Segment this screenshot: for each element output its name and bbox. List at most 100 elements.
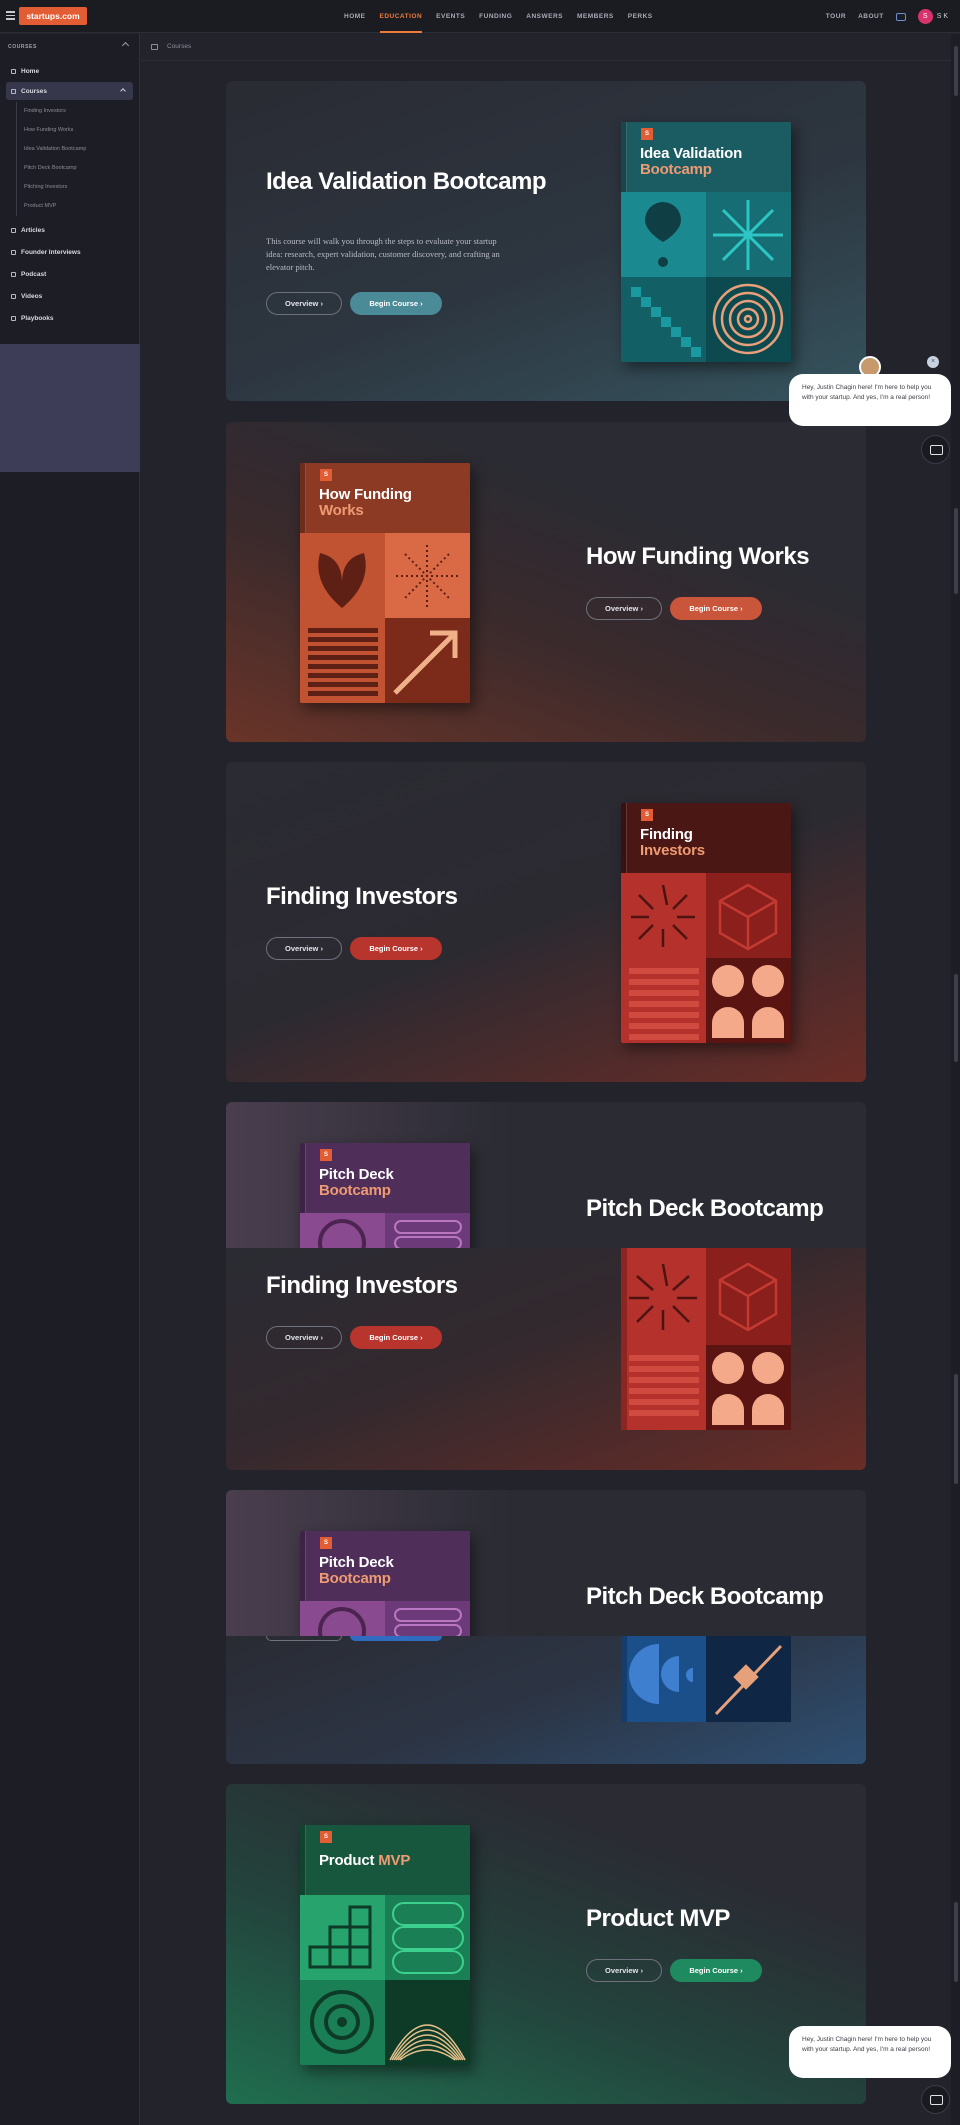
- podcast-icon: [11, 271, 16, 277]
- book-illustration: [300, 1213, 470, 1248]
- sidebar-item-courses[interactable]: Courses: [6, 82, 133, 100]
- collapse-chevron-icon[interactable]: [121, 41, 130, 50]
- avatar[interactable]: S: [917, 9, 933, 24]
- user-initials[interactable]: S K: [937, 13, 948, 20]
- course-card-finding-investors: Finding Investors Overview Begin Course …: [226, 762, 866, 1082]
- right-nav: TOUR ABOUT S S K: [826, 0, 960, 33]
- course-title: Pitch Deck Bootcamp: [586, 1583, 824, 1610]
- overview-button[interactable]: Overview: [266, 292, 342, 315]
- book-illustration: [300, 533, 470, 703]
- sidebar-course-item[interactable]: Idea Validation Bootcamp: [24, 140, 139, 159]
- nav-perks[interactable]: PERKS: [621, 0, 660, 33]
- chat-close-button[interactable]: ×: [927, 356, 939, 368]
- overview-button[interactable]: Overview: [586, 597, 662, 620]
- nav-education[interactable]: EDUCATION: [373, 0, 430, 33]
- nav-members[interactable]: MEMBERS: [570, 0, 621, 33]
- sidebar-item-playbooks[interactable]: Playbooks: [0, 307, 139, 329]
- breadcrumb-courses[interactable]: Courses: [167, 43, 191, 50]
- book-title-line2: MVP: [378, 1852, 411, 1869]
- scroll-thumb[interactable]: [954, 1902, 958, 1982]
- sidebar-course-item[interactable]: Finding Investors: [24, 102, 139, 121]
- book-title-line2: Investors: [640, 842, 705, 860]
- divider: [141, 60, 951, 61]
- book-title-line2: Bootcamp: [640, 161, 712, 179]
- nav-events[interactable]: EVENTS: [429, 0, 472, 33]
- nav-tour[interactable]: TOUR: [826, 13, 846, 20]
- course-sublist: Finding Investors How Funding Works Idea…: [16, 102, 139, 216]
- sidebar-item-videos[interactable]: Videos: [0, 285, 139, 307]
- begin-course-button[interactable]: Begin Course: [350, 292, 442, 315]
- course-title: Product MVP: [586, 1905, 730, 1932]
- top-navbar: startups.com HOME EDUCATION EVENTS FUNDI…: [0, 0, 960, 33]
- book-illustration: [621, 1636, 791, 1722]
- sidebar-item-podcast[interactable]: Podcast: [0, 263, 139, 285]
- book-badge: S: [641, 809, 653, 821]
- sidebar-course-item[interactable]: Product MVP: [24, 197, 139, 216]
- playbooks-icon: [11, 315, 16, 321]
- begin-course-button[interactable]: Begin Course: [350, 1326, 442, 1349]
- book-title-line1: Finding: [640, 826, 693, 843]
- chat-message-bubble[interactable]: Hey, Justin Chagin here! I'm here to hel…: [789, 2026, 951, 2078]
- book-badge: S: [641, 128, 653, 140]
- begin-course-button-fragment[interactable]: [350, 1636, 442, 1641]
- course-card-blue-partial: [226, 1636, 866, 1764]
- book-cover: S Product MVP: [300, 1825, 470, 2065]
- sidebar-course-item[interactable]: How Funding Works: [24, 121, 139, 140]
- scroll-thumb[interactable]: [954, 1374, 958, 1484]
- book-badge: S: [320, 1149, 332, 1161]
- course-card-idea-validation: Idea Validation Bootcamp This course wil…: [226, 81, 866, 401]
- chevron-up-icon: [120, 88, 126, 94]
- begin-course-button[interactable]: Begin Course: [670, 597, 762, 620]
- scroll-thumb[interactable]: [954, 508, 958, 594]
- book-cover: S Finding Investors: [621, 803, 791, 1043]
- videos-icon: [11, 293, 16, 299]
- sidebar-promo-panel: [0, 344, 140, 472]
- book-title-line1: Product: [319, 1852, 375, 1869]
- sidebar-course-item[interactable]: Pitch Deck Bootcamp: [24, 159, 139, 178]
- menu-icon[interactable]: [6, 11, 15, 20]
- chat-launcher-icon[interactable]: [921, 2085, 950, 2114]
- nav-answers[interactable]: ANSWERS: [519, 0, 570, 33]
- course-title: How Funding Works: [586, 543, 810, 570]
- interviews-icon: [11, 249, 16, 255]
- sidebar-toggle-icon[interactable]: [151, 43, 158, 50]
- nav-about[interactable]: ABOUT: [858, 13, 884, 20]
- sidebar-item-articles[interactable]: Articles: [0, 219, 139, 241]
- chat-launcher-icon[interactable]: [921, 435, 950, 464]
- sidebar-course-item[interactable]: Pitching Investors: [24, 178, 139, 197]
- book-title-line2: Bootcamp: [319, 1182, 391, 1200]
- startups-logo[interactable]: startups.com: [19, 7, 87, 25]
- scrollbar[interactable]: [951, 34, 960, 2125]
- sidebar-header: COURSES: [0, 34, 139, 60]
- book-cover: S Idea Validation Bootcamp: [621, 122, 791, 362]
- book-title-line2: Works: [319, 502, 364, 520]
- book-illustration: [621, 1248, 791, 1430]
- course-title: Pitch Deck Bootcamp: [586, 1195, 824, 1222]
- breadcrumb: Courses: [151, 43, 191, 50]
- begin-course-button[interactable]: Begin Course: [670, 1959, 762, 1982]
- scroll-thumb[interactable]: [954, 46, 958, 96]
- nav-funding[interactable]: FUNDING: [472, 0, 519, 33]
- book-cover: S Pitch Deck Bootcamp: [300, 1143, 470, 1248]
- book-cover: S How Funding Works: [300, 463, 470, 703]
- sidebar: COURSES Home Courses Finding Investors H…: [0, 34, 140, 2125]
- articles-icon: [11, 227, 16, 233]
- courses-icon: [11, 88, 16, 94]
- home-icon: [11, 68, 16, 74]
- nav-home[interactable]: HOME: [337, 0, 373, 33]
- book-cover: S Pitch Deck Bootcamp: [300, 1531, 470, 1636]
- sidebar-item-home[interactable]: Home: [0, 60, 139, 82]
- messages-icon[interactable]: [895, 12, 906, 21]
- sidebar-item-founder-interviews[interactable]: Founder Interviews: [0, 241, 139, 263]
- overview-button[interactable]: Overview: [266, 937, 342, 960]
- book-illustration: [621, 873, 791, 1043]
- begin-course-button[interactable]: Begin Course: [350, 937, 442, 960]
- book-title-line1: How Funding: [319, 486, 412, 503]
- book-title-line1: Idea Validation: [640, 145, 743, 162]
- overview-button[interactable]: Overview: [586, 1959, 662, 1982]
- book-illustration: [621, 192, 791, 362]
- scroll-thumb[interactable]: [954, 974, 958, 1062]
- overview-button[interactable]: Overview: [266, 1326, 342, 1349]
- chat-message-bubble[interactable]: Hey, Justin Chagin here! I'm here to hel…: [789, 374, 951, 426]
- overview-button-fragment[interactable]: [266, 1636, 342, 1641]
